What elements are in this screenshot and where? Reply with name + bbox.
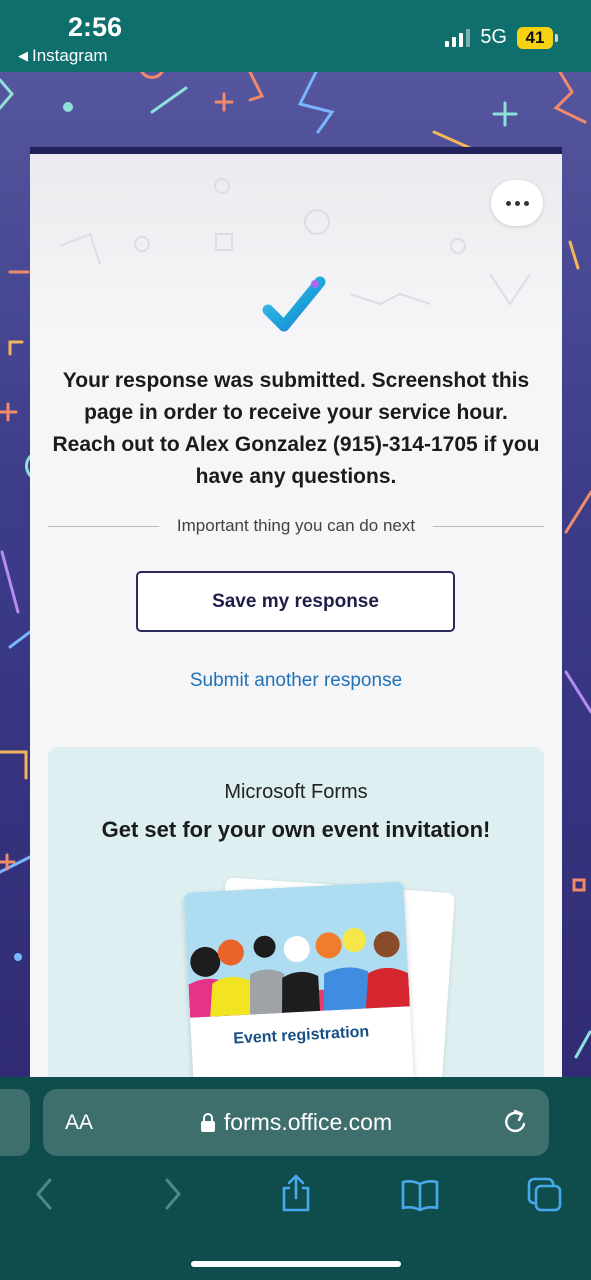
divider-line bbox=[433, 525, 544, 527]
confirmation-line: Reach out to Alex Gonzalez (915)-314-170… bbox=[52, 433, 540, 456]
signal-icon bbox=[445, 28, 471, 47]
reload-icon[interactable] bbox=[503, 1108, 529, 1136]
more-options-icon bbox=[505, 200, 511, 206]
confirmation-line: Your response was submitted. Screenshot … bbox=[62, 369, 530, 392]
promo-title: Get set for your own event invitation! bbox=[101, 817, 491, 842]
battery-level: 41 bbox=[525, 27, 545, 47]
promo-brand: Microsoft Forms bbox=[224, 781, 368, 803]
bookmarks-icon[interactable] bbox=[400, 1178, 440, 1212]
divider-line bbox=[48, 525, 159, 527]
back-icon[interactable] bbox=[34, 1176, 54, 1212]
save-response-button[interactable]: Save my response bbox=[136, 571, 455, 632]
checkmark-icon bbox=[262, 276, 326, 332]
url-text: forms.office.com bbox=[223, 1109, 393, 1135]
tabs-icon[interactable] bbox=[526, 1176, 564, 1214]
lock-icon bbox=[200, 1112, 215, 1132]
address-bar[interactable]: AA forms.office.com bbox=[43, 1089, 549, 1156]
submit-another-response-link[interactable]: Submit another response bbox=[30, 670, 562, 692]
next-steps-divider: Important thing you can do next bbox=[48, 516, 544, 536]
battery-icon: 41 bbox=[517, 26, 558, 49]
confirmation-line: have any questions. bbox=[195, 465, 397, 488]
status-bar: 2:56 ◀ Instagram 5G 41 bbox=[0, 0, 591, 72]
submission-confirmation-message: Your response was submitted. Screenshot … bbox=[30, 365, 562, 493]
status-time: 2:56 bbox=[68, 12, 123, 42]
event-registration-label: Event registration bbox=[232, 1023, 370, 1048]
forms-promo-panel[interactable]: Microsoft Forms Get set for your own eve… bbox=[48, 747, 544, 1077]
back-app-label: Instagram bbox=[32, 46, 108, 65]
next-steps-label: Important thing you can do next bbox=[176, 516, 416, 535]
back-to-app-link[interactable]: ◀ Instagram bbox=[18, 46, 108, 66]
forward-icon[interactable] bbox=[163, 1176, 183, 1212]
url-display[interactable]: forms.office.com bbox=[43, 1109, 549, 1136]
confirmation-line: page in order to receive your service ho… bbox=[84, 401, 508, 424]
home-indicator[interactable] bbox=[191, 1261, 401, 1267]
people-illustration bbox=[183, 881, 410, 1018]
event-invite-card: Event registration bbox=[183, 881, 415, 1077]
previous-tab-stub[interactable] bbox=[0, 1089, 30, 1156]
share-icon[interactable] bbox=[280, 1172, 312, 1214]
status-indicators: 5G 41 bbox=[445, 26, 558, 49]
network-type: 5G bbox=[480, 26, 507, 48]
more-options-button[interactable] bbox=[491, 180, 543, 226]
form-response-card: Your response was submitted. Screenshot … bbox=[30, 147, 562, 1077]
back-triangle-icon: ◀ bbox=[18, 48, 28, 63]
